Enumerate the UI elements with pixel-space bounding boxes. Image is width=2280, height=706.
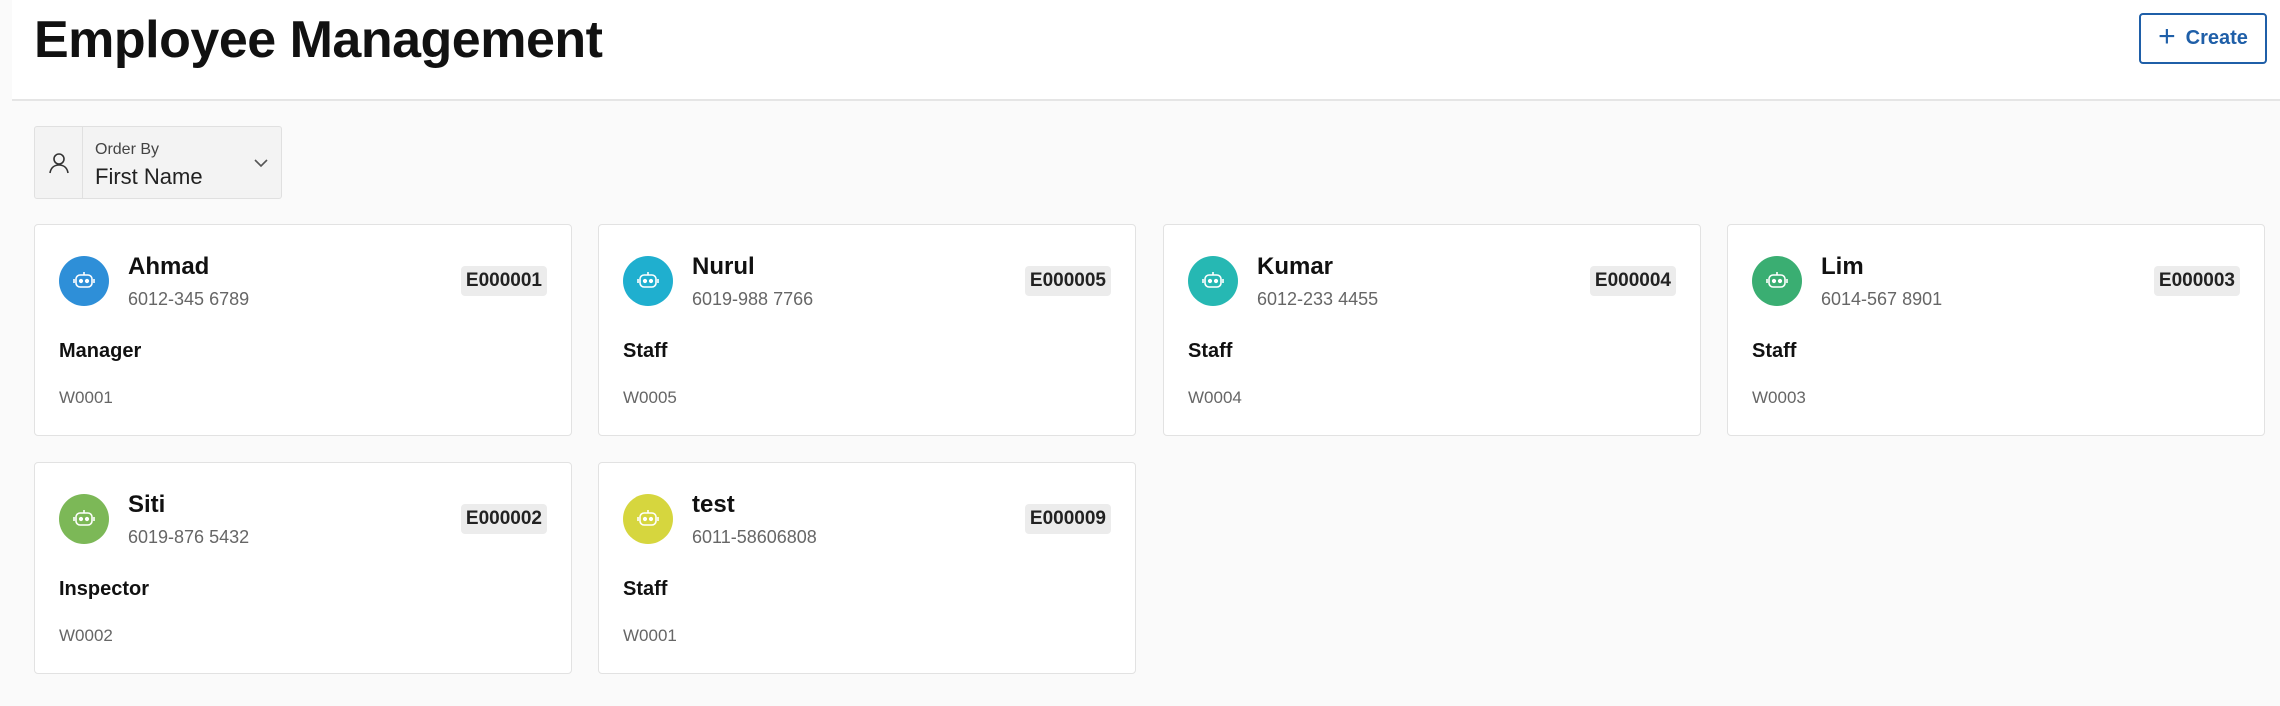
page-title: Employee Management [34,11,603,69]
employee-code-badge: E000005 [1024,266,1111,296]
employee-card[interactable]: test 6011-58606808 E000009 Staff W0001 [598,462,1136,674]
employee-name: Siti [128,491,166,518]
employee-role: Inspector [59,578,150,600]
employee-phone: 6019-988 7766 [692,289,814,309]
employee-workstation: W0001 [59,388,113,407]
employee-name: test [692,491,735,518]
order-by-value: First Name [95,164,203,189]
create-button[interactable]: + Create [2139,13,2267,64]
order-by-label: Order By [95,141,160,158]
avatar [623,494,673,544]
employee-workstation: W0002 [59,626,113,645]
page-header: Employee Management + Create [12,0,2280,101]
avatar [1752,256,1802,306]
person-icon [35,127,83,198]
robot-icon [72,270,96,292]
plus-icon: + [2158,20,2176,53]
employee-name: Ahmad [128,253,210,280]
employee-workstation: W0001 [623,626,677,645]
robot-icon [1765,270,1789,292]
employee-role: Staff [1752,340,1797,362]
employee-phone: 6011-58606808 [692,527,817,547]
avatar [59,256,109,306]
employee-phone: 6012-233 4455 [1257,289,1379,309]
order-by-select[interactable]: Order By First Name [34,126,282,199]
employee-name: Lim [1821,253,1864,280]
employee-role: Manager [59,340,142,362]
employee-phone: 6014-567 8901 [1821,289,1943,309]
employee-name: Kumar [1257,253,1334,280]
employee-name: Nurul [692,253,755,280]
employee-workstation: W0004 [1188,388,1242,407]
robot-icon [72,508,96,530]
employee-code-badge: E000009 [1024,504,1111,534]
chevron-down-icon [241,127,281,198]
employee-role: Staff [1188,340,1233,362]
order-by-text: Order By First Name [83,127,241,198]
employee-phone: 6019-876 5432 [128,527,250,547]
employee-role: Staff [623,340,668,362]
employee-card[interactable]: Kumar 6012-233 4455 E000004 Staff W0004 [1163,224,1701,436]
robot-icon [1201,270,1225,292]
employee-card[interactable]: Ahmad 6012-345 6789 E000001 Manager W0001 [34,224,572,436]
avatar [59,494,109,544]
robot-icon [636,508,660,530]
employee-workstation: W0003 [1752,388,1806,407]
employee-workstation: W0005 [623,388,677,407]
employee-code-badge: E000003 [2153,266,2240,296]
employee-card[interactable]: Lim 6014-567 8901 E000003 Staff W0003 [1727,224,2265,436]
employee-code-badge: E000002 [460,504,547,534]
robot-icon [636,270,660,292]
avatar [1188,256,1238,306]
employee-code-badge: E000001 [460,266,547,296]
employee-code-badge: E000004 [1589,266,1676,296]
page: Employee Management + Create Order By Fi… [0,0,2280,706]
create-button-label: Create [2185,27,2248,49]
employee-card[interactable]: Nurul 6019-988 7766 E000005 Staff W0005 [598,224,1136,436]
employee-role: Staff [623,578,668,600]
employee-phone: 6012-345 6789 [128,289,250,309]
avatar [623,256,673,306]
employee-card[interactable]: Siti 6019-876 5432 E000002 Inspector W0002 [34,462,572,674]
